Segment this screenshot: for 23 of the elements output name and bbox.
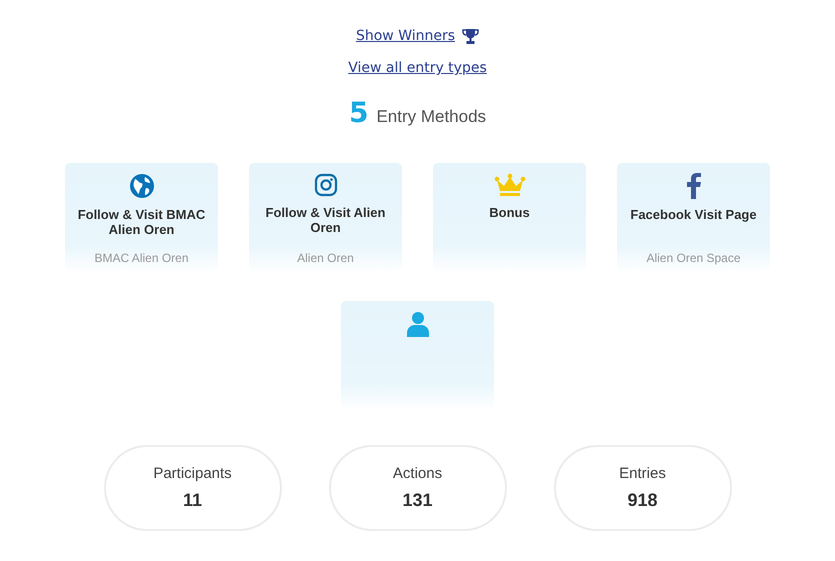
entry-subtitle: Alien Oren xyxy=(297,251,354,265)
link[interactable]: View all entry types xyxy=(348,60,487,76)
user-icon xyxy=(406,311,430,337)
entry-title: Bonus xyxy=(488,205,531,220)
entry-title: Follow & Visit BMAC Alien Oren xyxy=(76,207,206,237)
stat-label: Entries xyxy=(619,465,666,482)
crown-icon xyxy=(494,173,526,197)
stat-label: Participants xyxy=(153,465,232,482)
entry-subtitle: Alien Oren Space xyxy=(646,251,741,265)
stat-value: 918 xyxy=(627,490,658,511)
instagram-icon xyxy=(314,173,338,197)
stat-label: Actions xyxy=(392,465,442,482)
entry-title: Follow & Visit Alien Oren xyxy=(264,205,386,235)
stat-value: 11 xyxy=(182,490,202,511)
link[interactable]: Show Winners xyxy=(356,28,480,44)
globe-icon xyxy=(128,173,154,199)
stat-value: 131 xyxy=(402,490,433,511)
section-heading: Entry Methods xyxy=(376,107,486,127)
trophy-icon xyxy=(462,28,480,44)
entry-title: Facebook Visit Page xyxy=(629,207,758,222)
facebook-icon xyxy=(686,173,700,199)
method-count: 5 xyxy=(348,96,368,129)
entry-subtitle: BMAC Alien Oren xyxy=(94,251,189,265)
